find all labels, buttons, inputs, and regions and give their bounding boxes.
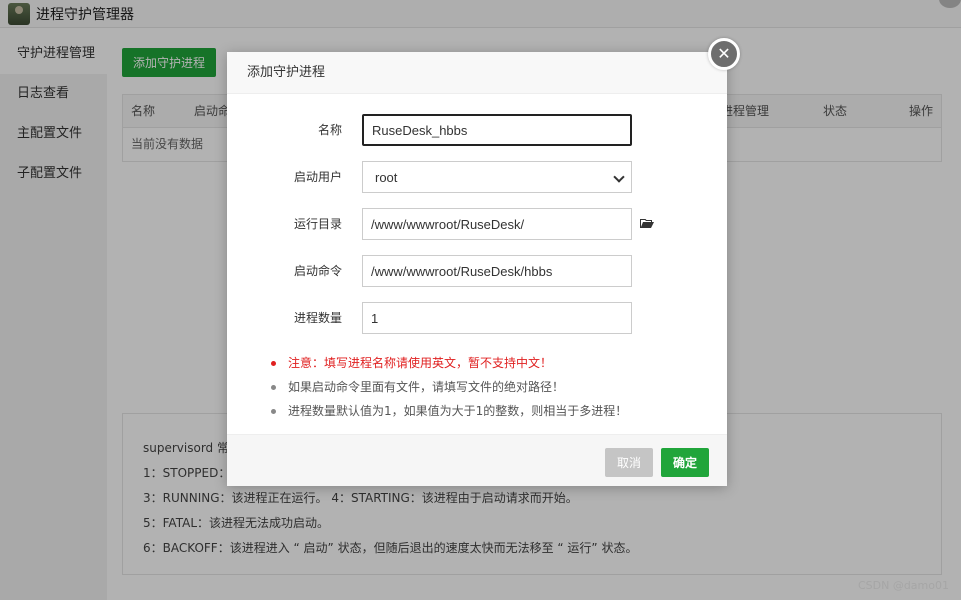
bullet-icon (271, 360, 276, 366)
name-input[interactable] (362, 114, 632, 146)
tip-warning: 注意：填写进程名称请使用英文，暂不支持中文！ (271, 351, 711, 375)
bullet-icon (271, 408, 276, 414)
bullet-icon (271, 384, 276, 390)
user-select-value: root (375, 169, 398, 185)
count-label: 进程数量 (293, 311, 342, 325)
chevron-down-icon (613, 171, 625, 183)
tip-text: 注意：填写进程名称请使用英文，暂不支持中文！ (288, 356, 553, 370)
dir-input[interactable] (362, 208, 632, 240)
command-label: 启动命令 (293, 264, 342, 278)
user-select[interactable]: root (362, 161, 632, 193)
form-row-command: 启动命令 (227, 255, 727, 287)
form-row-name: 名称 (227, 114, 727, 146)
dialog-footer: 取消 确定 (227, 434, 727, 486)
form-row-dir: 运行目录 (227, 208, 727, 240)
command-input[interactable] (362, 255, 632, 287)
user-label: 启动用户 (293, 170, 342, 184)
tips-list: 注意：填写进程名称请使用英文，暂不支持中文！ 如果启动命令里面有文件，请填写文件… (271, 351, 711, 423)
close-icon[interactable]: ✕ (708, 38, 740, 70)
folder-open-icon[interactable] (640, 218, 654, 229)
dir-label: 运行目录 (293, 217, 342, 231)
form-row-user: 启动用户 root (227, 161, 727, 193)
tip-item: 进程数量默认值为1，如果值为大于1的整数，则相当于多进程！ (271, 399, 711, 423)
add-process-dialog: 添加守护进程 ✕ 名称 启动用户 root 运行目录 启动命令 进程数量 注意：… (227, 38, 740, 486)
tip-text: 如果启动命令里面有文件，请填写文件的绝对路径！ (288, 380, 565, 394)
form-row-count: 进程数量 (227, 302, 727, 334)
confirm-button[interactable]: 确定 (661, 448, 709, 477)
name-label: 名称 (317, 123, 342, 137)
cancel-button[interactable]: 取消 (605, 448, 653, 477)
tip-text: 进程数量默认值为1，如果值为大于1的整数，则相当于多进程！ (288, 404, 628, 418)
tip-item: 如果启动命令里面有文件，请填写文件的绝对路径！ (271, 375, 711, 399)
dialog-title: 添加守护进程 (227, 52, 727, 94)
count-input[interactable] (362, 302, 632, 334)
